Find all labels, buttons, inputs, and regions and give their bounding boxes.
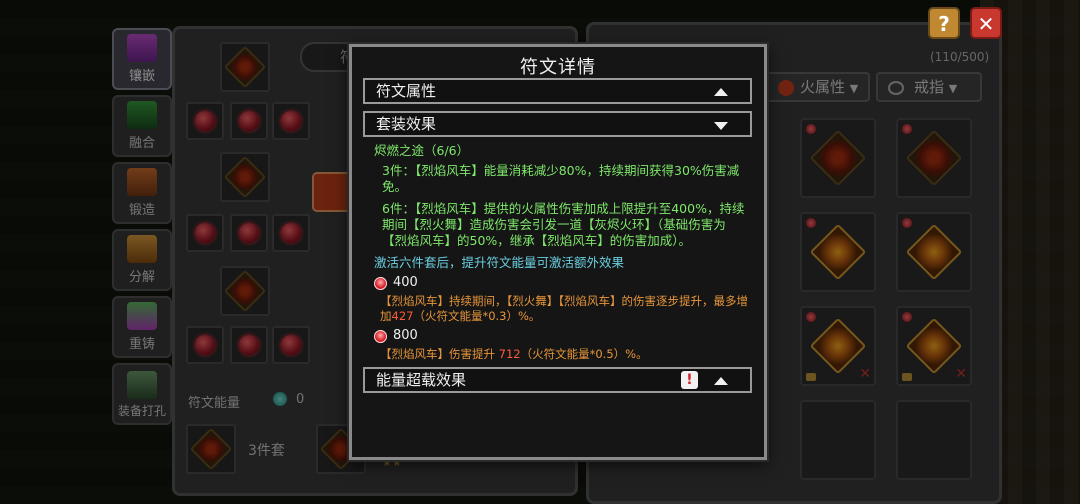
section-rune-attributes[interactable]: 符文属性 <box>363 78 752 104</box>
alert-icon: ! <box>681 371 698 389</box>
collapse-arrow-icon <box>714 88 728 96</box>
set-effect-6: 6件：【烈焰风车】提供的火属性伤害加成上限提升至400%，持续期间【烈火舞】造成… <box>382 201 745 248</box>
threshold-2-effect: 【烈焰风车】伤害提升 712（火符文能量*0.5）%。 <box>374 347 748 362</box>
threshold-row-1: 400 <box>374 275 748 291</box>
fire-energy-icon <box>374 276 387 290</box>
section-set-effects[interactable]: 套装效果 <box>363 111 752 137</box>
threshold-2-text-b: （火符文能量*0.5）%。 <box>520 347 648 361</box>
threshold-value: 800 <box>393 328 418 343</box>
help-button[interactable]: ? <box>928 7 960 39</box>
threshold-value: 400 <box>393 275 418 290</box>
threshold-1-text-b: （火符文能量*0.3）%。 <box>413 309 541 323</box>
close-button[interactable]: ✕ <box>970 7 1002 39</box>
section-energy-overload[interactable]: 能量超载效果 ! <box>363 367 752 393</box>
threshold-row-2: 800 <box>374 328 748 344</box>
fire-energy-icon <box>374 329 387 343</box>
collapse-arrow-icon <box>714 377 728 385</box>
threshold-2-text-a: 【烈焰风车】伤害提升 <box>380 347 499 361</box>
expand-arrow-icon <box>714 122 728 130</box>
threshold-1-bonus: 427 <box>391 309 414 323</box>
rune-details-modal: 符文详情 符文属性 套装效果 烬燃之途（6/6） 3件：【烈焰风车】能量消耗减少… <box>349 44 767 460</box>
set-effect-3: 3件：【烈焰风车】能量消耗减少80%，持续期间获得30%伤害减免。 <box>382 163 740 194</box>
section-label: 套装效果 <box>376 115 437 133</box>
activation-note: 激活六件套后，提升符文能量可激活额外效果 <box>374 255 625 270</box>
section-label: 符文属性 <box>376 82 437 100</box>
set-name: 烬燃之途（6/6） <box>374 143 470 158</box>
threshold-1-effect: 【烈焰风车】持续期间，【烈火舞】【烈焰风车】的伤害逐步提升，最多增加427（火符… <box>374 294 748 324</box>
modal-title: 符文详情 <box>520 57 596 78</box>
set-effects-content: 烬燃之途（6/6） 3件：【烈焰风车】能量消耗减少80%，持续期间获得30%伤害… <box>374 143 748 362</box>
threshold-2-bonus: 712 <box>498 347 521 361</box>
section-label: 能量超载效果 <box>376 371 467 389</box>
